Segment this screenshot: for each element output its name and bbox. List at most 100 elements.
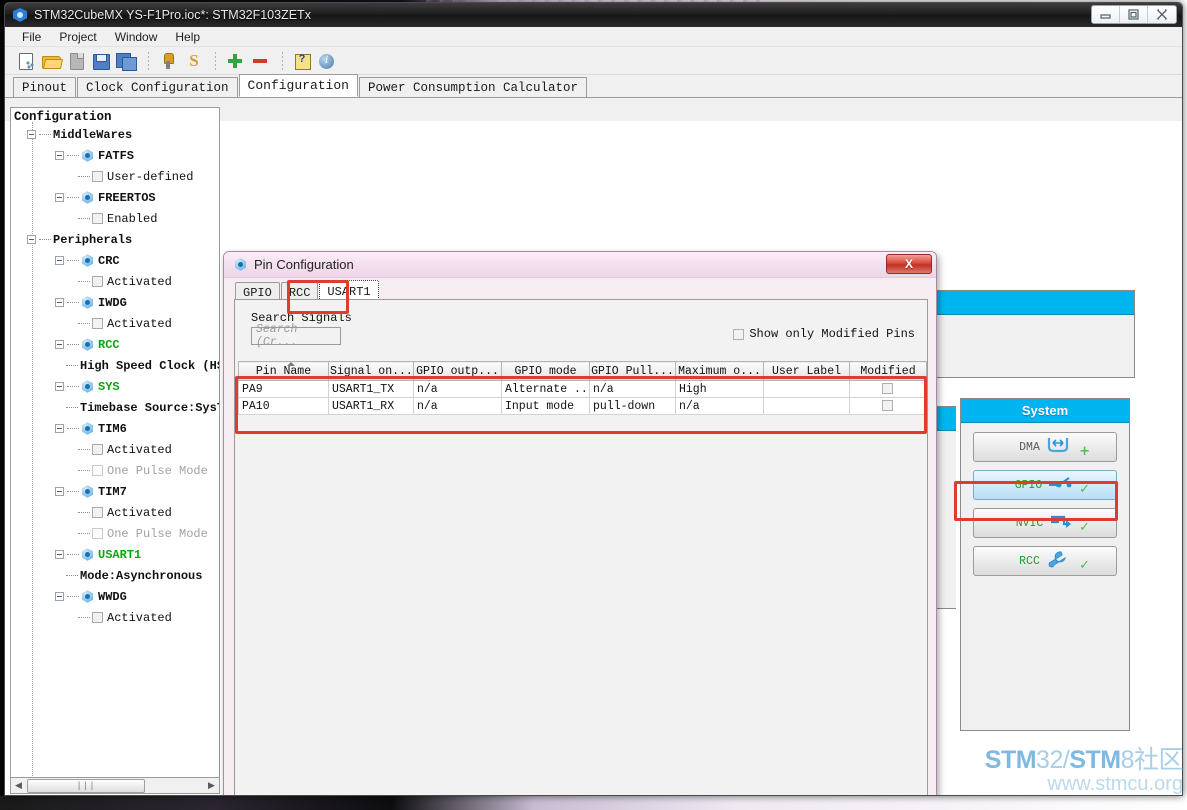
tree-node-middlewares[interactable]: MiddleWares bbox=[11, 124, 219, 145]
cell-user-label[interactable] bbox=[763, 380, 850, 398]
tree-node-tim7-one-pulse-mode[interactable]: One Pulse Mode bbox=[11, 523, 219, 544]
save-icon[interactable] bbox=[90, 51, 112, 71]
tree-node-high-speed-clock[interactable]: High Speed Clock (HS bbox=[11, 355, 219, 376]
collapse-toggle-icon[interactable] bbox=[55, 256, 64, 265]
tab-power-consumption-calculator[interactable]: Power Consumption Calculator bbox=[358, 77, 588, 97]
cell-maximum-output[interactable]: n/a bbox=[675, 397, 764, 415]
tree-node-rcc[interactable]: RCC bbox=[11, 334, 219, 355]
checkbox-activated[interactable] bbox=[92, 612, 103, 623]
tree-node-user-defined[interactable]: User-defined bbox=[11, 166, 219, 187]
tree-node-wwdg-activated[interactable]: Activated bbox=[11, 607, 219, 628]
tree-node-crc-activated[interactable]: Activated bbox=[11, 271, 219, 292]
scroll-right-arrow-icon[interactable]: ▶ bbox=[204, 778, 219, 793]
column-header-user-label[interactable]: User Label bbox=[763, 361, 850, 381]
tree-node-peripherals[interactable]: Peripherals bbox=[11, 229, 219, 250]
collapse-toggle-icon[interactable] bbox=[55, 151, 64, 160]
tree-node-enabled[interactable]: Enabled bbox=[11, 208, 219, 229]
collapse-toggle-icon[interactable] bbox=[55, 592, 64, 601]
checkbox-activated[interactable] bbox=[92, 276, 103, 287]
menu-help[interactable]: Help bbox=[166, 28, 209, 46]
tree-node-iwdg-activated[interactable]: Activated bbox=[11, 313, 219, 334]
collapse-toggle-icon[interactable] bbox=[27, 130, 36, 139]
cell-gpio-pull[interactable]: n/a bbox=[589, 380, 676, 398]
dma-button[interactable]: DMA + bbox=[973, 432, 1117, 462]
tree-node-tim6[interactable]: TIM6 bbox=[11, 418, 219, 439]
column-header-pin-name[interactable]: Pin Name bbox=[238, 361, 329, 381]
menu-project[interactable]: Project bbox=[50, 28, 105, 46]
column-header-modified[interactable]: Modified bbox=[849, 361, 927, 381]
column-header-gpio-output[interactable]: GPIO outp... bbox=[413, 361, 502, 381]
cell-gpio-output[interactable]: n/a bbox=[413, 397, 502, 415]
column-header-signal-on[interactable]: Signal on... bbox=[328, 361, 414, 381]
column-header-gpio-mode[interactable]: GPIO mode bbox=[501, 361, 590, 381]
tree-node-tim7-activated[interactable]: Activated bbox=[11, 502, 219, 523]
collapse-toggle-icon[interactable] bbox=[55, 193, 64, 202]
zoom-in-icon[interactable] bbox=[224, 51, 246, 71]
checkbox-one-pulse-mode[interactable] bbox=[92, 465, 103, 476]
tree-node-iwdg[interactable]: IWDG bbox=[11, 292, 219, 313]
checkbox-activated[interactable] bbox=[92, 507, 103, 518]
collapse-toggle-icon[interactable] bbox=[27, 235, 36, 244]
tree-horizontal-scrollbar[interactable]: ◀ ||| ▶ bbox=[10, 777, 220, 794]
tree-node-fatfs[interactable]: FATFS bbox=[11, 145, 219, 166]
checkbox-enabled[interactable] bbox=[92, 213, 103, 224]
gpio-button[interactable]: GPIO ✓ bbox=[973, 470, 1117, 500]
cell-gpio-mode[interactable]: Input mode bbox=[501, 397, 590, 415]
scrollbar-thumb[interactable]: ||| bbox=[27, 778, 145, 793]
dialog-close-button[interactable]: X bbox=[886, 254, 932, 274]
tree-node-timebase-source[interactable]: Timebase Source:SysTi bbox=[11, 397, 219, 418]
cell-gpio-pull[interactable]: pull-down bbox=[589, 397, 676, 415]
tree-node-tim6-activated[interactable]: Activated bbox=[11, 439, 219, 460]
column-header-gpio-pull[interactable]: GPIO Pull... bbox=[589, 361, 676, 381]
collapse-toggle-icon[interactable] bbox=[55, 298, 64, 307]
document-icon[interactable] bbox=[65, 51, 87, 71]
checkbox-one-pulse-mode[interactable] bbox=[92, 528, 103, 539]
minimize-button[interactable] bbox=[1092, 6, 1120, 23]
tree-node-usart1[interactable]: USART1 bbox=[11, 544, 219, 565]
column-header-maximum-output[interactable]: Maximum o... bbox=[675, 361, 764, 381]
rcc-button[interactable]: RCC ✓ bbox=[973, 546, 1117, 576]
nvic-button[interactable]: NVIC ✓ bbox=[973, 508, 1117, 538]
collapse-toggle-icon[interactable] bbox=[55, 382, 64, 391]
tab-pinout[interactable]: Pinout bbox=[13, 77, 77, 97]
tree-node-freertos[interactable]: FREERTOS bbox=[11, 187, 219, 208]
tree-node-tim6-one-pulse-mode[interactable]: One Pulse Mode bbox=[11, 460, 219, 481]
menu-window[interactable]: Window bbox=[106, 28, 167, 46]
collapse-toggle-icon[interactable] bbox=[55, 487, 64, 496]
menu-file[interactable]: File bbox=[13, 28, 50, 46]
tab-configuration[interactable]: Configuration bbox=[238, 74, 358, 97]
open-project-icon[interactable] bbox=[40, 51, 62, 71]
close-button[interactable] bbox=[1148, 6, 1176, 23]
checkbox-activated[interactable] bbox=[92, 318, 103, 329]
cell-maximum-output[interactable]: High bbox=[675, 380, 764, 398]
checkbox-modified[interactable] bbox=[882, 382, 893, 394]
tree-node-sys[interactable]: SYS bbox=[11, 376, 219, 397]
checkbox-modified[interactable] bbox=[882, 399, 893, 411]
cell-gpio-mode[interactable]: Alternate ... bbox=[501, 380, 590, 398]
tree-node-wwdg[interactable]: WWDG bbox=[11, 586, 219, 607]
table-row[interactable]: PA10 USART1_RX n/a Input mode pull-down … bbox=[238, 397, 927, 415]
scroll-left-arrow-icon[interactable]: ◀ bbox=[11, 778, 26, 793]
generate-code-icon[interactable]: S bbox=[182, 51, 204, 71]
checkbox-user-defined[interactable] bbox=[92, 171, 103, 182]
table-row[interactable]: PA9 USART1_TX n/a Alternate ... n/a High bbox=[238, 380, 927, 398]
collapse-toggle-icon[interactable] bbox=[55, 550, 64, 559]
save-as-icon[interactable] bbox=[115, 51, 137, 71]
show-only-modified-pins-row[interactable]: Show only Modified Pins bbox=[733, 327, 915, 341]
tree-node-tim7[interactable]: TIM7 bbox=[11, 481, 219, 502]
about-icon[interactable] bbox=[316, 51, 338, 71]
tree-node-usart1-mode[interactable]: Mode:Asynchronous bbox=[11, 565, 219, 586]
help-icon[interactable] bbox=[291, 51, 313, 71]
maximize-button[interactable] bbox=[1120, 6, 1148, 23]
new-project-icon[interactable] bbox=[15, 51, 37, 71]
checkbox-activated[interactable] bbox=[92, 444, 103, 455]
tree-node-crc[interactable]: CRC bbox=[11, 250, 219, 271]
checkbox-show-only-modified-pins[interactable] bbox=[733, 328, 745, 340]
collapse-toggle-icon[interactable] bbox=[55, 340, 64, 349]
generate-report-icon[interactable] bbox=[157, 51, 179, 71]
search-input[interactable]: Search (Cr... bbox=[251, 323, 341, 349]
collapse-toggle-icon[interactable] bbox=[55, 424, 64, 433]
tab-clock-configuration[interactable]: Clock Configuration bbox=[77, 77, 238, 97]
cell-gpio-output[interactable]: n/a bbox=[413, 380, 502, 398]
cell-user-label[interactable] bbox=[763, 397, 850, 415]
